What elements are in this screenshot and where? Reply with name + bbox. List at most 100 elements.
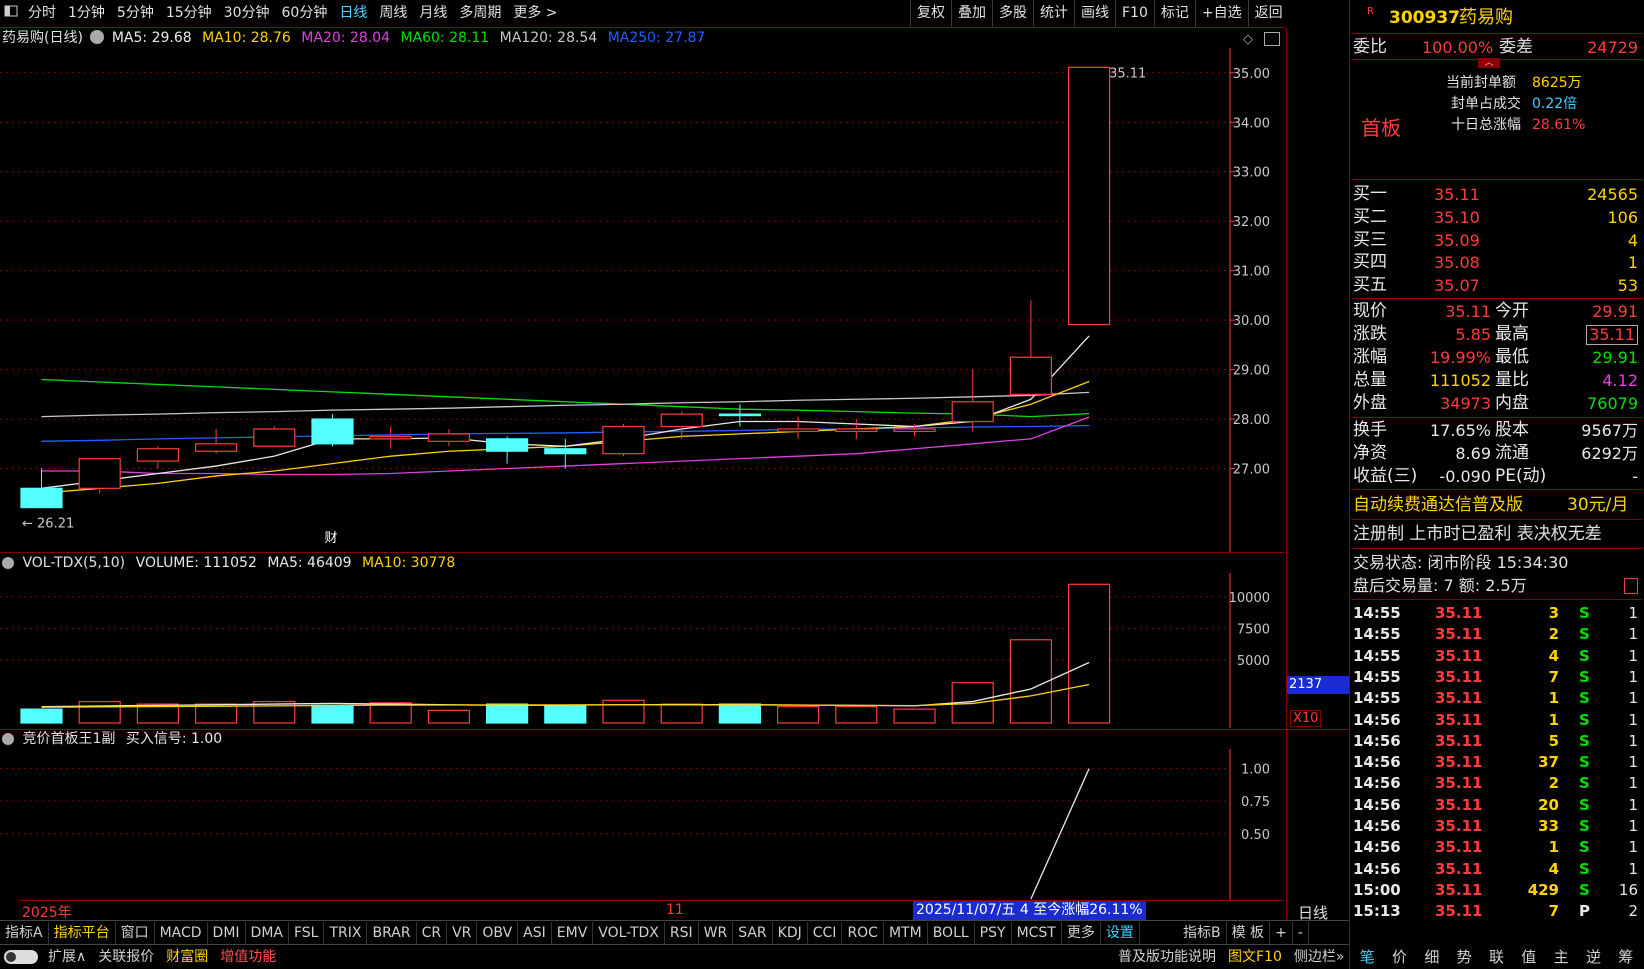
indicator-tab[interactable]: 指标A xyxy=(0,922,49,944)
vol-cursor-value: 2137 xyxy=(1287,676,1349,694)
period-tab[interactable]: 多周期 xyxy=(453,0,507,27)
collapse-icon[interactable] xyxy=(2,733,14,745)
period-tab[interactable]: 30分钟 xyxy=(218,0,276,27)
bid-label: 买四 xyxy=(1353,252,1387,273)
indicator-tab[interactable]: OBV xyxy=(477,922,519,944)
indicator-tab[interactable]: MCST xyxy=(1012,922,1062,944)
volume-bar xyxy=(544,704,587,724)
footer-link[interactable]: 增值功能 xyxy=(214,946,282,968)
indicator-tab[interactable]: SAR xyxy=(733,922,773,944)
side-tab[interactable]: 笔 xyxy=(1351,946,1383,968)
toolbar-button[interactable]: 叠加 xyxy=(951,0,992,27)
y-tick-label: 29.00 xyxy=(1233,364,1270,379)
indicator-tab[interactable]: ASI xyxy=(518,922,552,944)
period-tab[interactable]: 5分钟 xyxy=(111,0,160,27)
listing-notice: 注册制 上市时已盈利 表决权无差 xyxy=(1353,524,1602,544)
indicator-tab[interactable]: + xyxy=(1270,922,1293,944)
y-tick-label: 7500 xyxy=(1237,622,1270,637)
tick-volume: 5 xyxy=(1548,731,1559,750)
expand-icon[interactable]: ︿ xyxy=(1478,58,1500,68)
collapse-icon[interactable] xyxy=(90,30,105,44)
indicator-tab[interactable]: 窗口 xyxy=(116,922,155,944)
period-tab[interactable]: 60分钟 xyxy=(276,0,334,27)
period-tab[interactable]: 月线 xyxy=(413,0,453,27)
collapse-icon[interactable] xyxy=(2,557,14,569)
tick-side: S xyxy=(1579,710,1590,729)
indicator-signal: 买入信号: 1.00 xyxy=(125,731,223,747)
side-tab[interactable]: 主 xyxy=(1545,946,1577,968)
range-info: 2025/11/07/五 4 至今涨幅26.11% xyxy=(913,901,1146,920)
period-tab[interactable]: 分时 xyxy=(22,0,62,27)
footer-link[interactable]: 财富圈 xyxy=(160,946,214,968)
toolbar-button[interactable]: +自选 xyxy=(1194,0,1248,27)
y-tick-label: 34.00 xyxy=(1233,116,1270,131)
indicator-tab[interactable]: 更多 xyxy=(1062,922,1101,944)
indicator-tab[interactable]: VR xyxy=(447,922,478,944)
window-menu-icon[interactable] xyxy=(0,0,22,27)
finance-marker[interactable]: 财 xyxy=(325,531,338,546)
side-tab[interactable]: 势 xyxy=(1448,946,1480,968)
toggle-switch[interactable] xyxy=(0,946,42,968)
indicator-tab[interactable]: KDJ xyxy=(773,922,808,944)
toolbar-button[interactable]: 返回 xyxy=(1247,0,1289,27)
period-tab[interactable]: 15分钟 xyxy=(160,0,218,27)
promo-link[interactable]: 自动续费通达信普及版 xyxy=(1353,492,1523,518)
toolbar-button[interactable]: F10 xyxy=(1115,0,1154,27)
indicator-tab[interactable]: DMA xyxy=(246,922,289,944)
footer-link[interactable]: 侧边栏» xyxy=(1288,946,1351,968)
indicator-tab[interactable]: 指标平台 xyxy=(49,922,116,944)
tick-price: 35.11 xyxy=(1435,838,1483,857)
promo-price[interactable]: 30元/月 xyxy=(1567,492,1628,518)
toolbar-button[interactable]: 统计 xyxy=(1033,0,1074,27)
indicator-tab[interactable]: - xyxy=(1293,922,1309,944)
indicator-tab[interactable]: TRIX xyxy=(324,922,368,944)
indicator-tab[interactable]: 设置 xyxy=(1101,922,1140,944)
period-tab[interactable]: 日线 xyxy=(333,0,373,27)
stat-value: 35.11 xyxy=(1586,325,1638,345)
footer-link[interactable]: 扩展∧ xyxy=(42,946,92,968)
footer-link[interactable]: 图文F10 xyxy=(1222,946,1288,968)
indicator-tab[interactable]: VOL-TDX xyxy=(593,922,665,944)
volume-chart[interactable]: 10000 7500 5000 xyxy=(0,573,1285,728)
indicator-tab[interactable]: WR xyxy=(699,922,734,944)
indicator-tab[interactable]: CR xyxy=(417,922,448,944)
period-tab[interactable]: 周线 xyxy=(373,0,413,27)
side-tab[interactable]: 细 xyxy=(1416,946,1448,968)
y-tick-label: 28.00 xyxy=(1233,413,1270,428)
toolbar-button[interactable]: 复权 xyxy=(910,0,951,27)
footer-link[interactable]: 普及版功能说明 xyxy=(1112,946,1222,968)
bid-price: 35.10 xyxy=(1434,207,1480,227)
diamond-icon[interactable]: ◇ xyxy=(1243,32,1253,47)
side-tab[interactable]: 逆 xyxy=(1577,946,1609,968)
toolbar-button[interactable]: 画线 xyxy=(1074,0,1115,27)
panel-toggle-icon[interactable] xyxy=(1264,32,1280,46)
indicator-tab[interactable]: MTM xyxy=(884,922,928,944)
indicator-tab[interactable]: ROC xyxy=(842,922,884,944)
indicator-tab[interactable]: DMI xyxy=(208,922,246,944)
tick-count: 1 xyxy=(1628,753,1638,772)
period-tab[interactable]: 1分钟 xyxy=(62,0,111,27)
period-tab[interactable]: 更多 > xyxy=(507,0,563,27)
indicator-tab[interactable]: MACD xyxy=(155,922,208,944)
indicator-tab[interactable]: FSL xyxy=(289,922,325,944)
indicator-tab[interactable]: 模 板 xyxy=(1227,922,1271,944)
r-badge: R xyxy=(1367,6,1374,17)
tick-side: S xyxy=(1579,604,1590,622)
side-tab[interactable]: 筹 xyxy=(1610,946,1642,968)
side-tab[interactable]: 价 xyxy=(1383,946,1415,968)
indicator-tab[interactable]: 指标B xyxy=(1178,922,1227,944)
indicator-tab[interactable]: RSI xyxy=(665,922,699,944)
indicator-tab[interactable]: CCI xyxy=(808,922,843,944)
side-tab[interactable]: 值 xyxy=(1513,946,1545,968)
side-tab[interactable]: 联 xyxy=(1480,946,1512,968)
indicator-tab[interactable]: BRAR xyxy=(367,922,417,944)
candle xyxy=(951,401,994,423)
indicator-chart[interactable]: 1.00 0.75 0.50 xyxy=(0,749,1285,901)
indicator-tab[interactable]: EMV xyxy=(552,922,594,944)
footer-link[interactable]: 关联报价 xyxy=(92,946,160,968)
toolbar-button[interactable]: 标记 xyxy=(1153,0,1195,27)
kline-chart[interactable]: 35.00 34.00 33.00 32.00 31.00 30.00 29.00 28.00… xyxy=(0,48,1285,552)
indicator-tab[interactable]: PSY xyxy=(975,922,1012,944)
toolbar-button[interactable]: 多股 xyxy=(992,0,1033,27)
indicator-tab[interactable]: BOLL xyxy=(928,922,975,944)
